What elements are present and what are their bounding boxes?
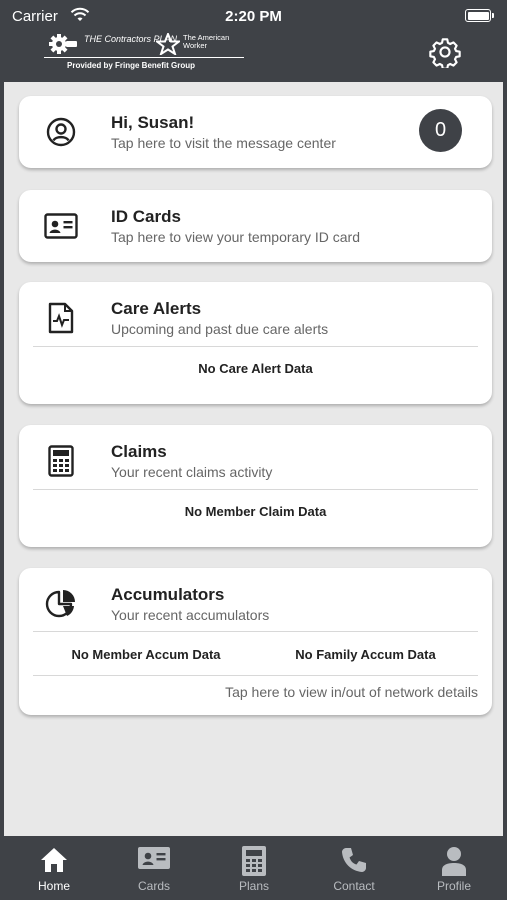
accumulators-title: Accumulators — [111, 585, 225, 604]
calculator-icon — [204, 846, 304, 876]
accumulators-subtitle: Your recent accumulators — [111, 607, 270, 623]
logo-divider — [44, 57, 244, 58]
gear-icon — [429, 38, 461, 70]
message-center-card[interactable]: Hi, Susan! Tap here to visit the message… — [19, 96, 492, 168]
gear-logo-icon — [49, 34, 77, 54]
care-alerts-card[interactable]: Care Alerts Upcoming and past due care a… — [19, 282, 492, 404]
tab-home-label: Home — [37, 879, 70, 893]
claims-title: Claims — [111, 442, 167, 461]
person-icon — [404, 846, 503, 876]
pie-chart-icon — [41, 584, 81, 624]
network-details-link[interactable]: Tap here to view in/out of network detai… — [225, 684, 478, 700]
greeting-subtitle: Tap here to visit the message center — [111, 135, 336, 151]
id-card-icon — [41, 206, 81, 246]
calculator-icon — [41, 441, 81, 481]
tab-profile-label: Profile — [436, 879, 471, 893]
id-cards-subtitle: Tap here to view your temporary ID card — [111, 229, 360, 245]
care-alerts-divider — [33, 346, 478, 347]
tab-home[interactable]: Home — [4, 836, 104, 900]
id-card-icon — [104, 846, 204, 876]
app-screen: Carrier 2:20 PM THE Contractors PLAN The… — [4, 0, 503, 900]
claims-subtitle: Your recent claims activity — [111, 464, 273, 480]
claims-empty-message: No Member Claim Data — [184, 504, 327, 519]
settings-button[interactable] — [429, 36, 461, 70]
member-accum-empty-message: No Member Accum Data — [71, 647, 221, 662]
brand-logo: THE Contractors PLAN The American Worker… — [40, 30, 244, 76]
greeting-title: Hi, Susan! — [111, 113, 195, 132]
phone-icon — [304, 846, 404, 876]
care-alerts-subtitle: Upcoming and past due care alerts — [111, 321, 329, 337]
tab-plans[interactable]: Plans — [204, 836, 304, 900]
clock: 2:20 PM — [225, 8, 282, 25]
tab-contact-label: Contact — [333, 879, 375, 893]
brand-secondary-text: The American Worker — [183, 33, 230, 50]
user-circle-icon — [41, 112, 81, 152]
provided-by-text: Provided by Fringe Benefit Group — [67, 61, 196, 70]
tab-profile[interactable]: Profile — [404, 836, 503, 900]
tab-contact[interactable]: Contact — [304, 836, 404, 900]
care-alerts-empty-message: No Care Alert Data — [198, 361, 313, 376]
id-cards-title: ID Cards — [111, 207, 181, 226]
claims-divider — [33, 489, 478, 490]
top-bar: Carrier 2:20 PM THE Contractors PLAN The… — [4, 0, 503, 82]
tab-plans-label: Plans — [238, 879, 270, 893]
message-count-badge: 0 — [419, 109, 462, 152]
tab-cards[interactable]: Cards — [104, 836, 204, 900]
accumulators-divider-bottom — [33, 675, 478, 676]
family-accum-empty-message: No Family Accum Data — [295, 647, 436, 662]
status-bar: Carrier 2:20 PM — [12, 7, 495, 27]
care-alerts-title: Care Alerts — [111, 299, 202, 318]
id-cards-card[interactable]: ID Cards Tap here to view your temporary… — [19, 190, 492, 262]
home-icon — [4, 846, 104, 876]
accumulators-divider-top — [33, 631, 478, 632]
tab-cards-label: Cards — [137, 879, 170, 893]
medical-document-icon — [41, 298, 81, 338]
bottom-tab-bar: Home Cards Plans Contact Profile — [4, 836, 503, 900]
claims-card[interactable]: Claims Your recent claims activity No Me… — [19, 425, 492, 547]
battery-icon — [465, 9, 494, 22]
star-logo-icon — [156, 33, 180, 55]
accumulators-card[interactable]: Accumulators Your recent accumulators No… — [19, 568, 492, 715]
